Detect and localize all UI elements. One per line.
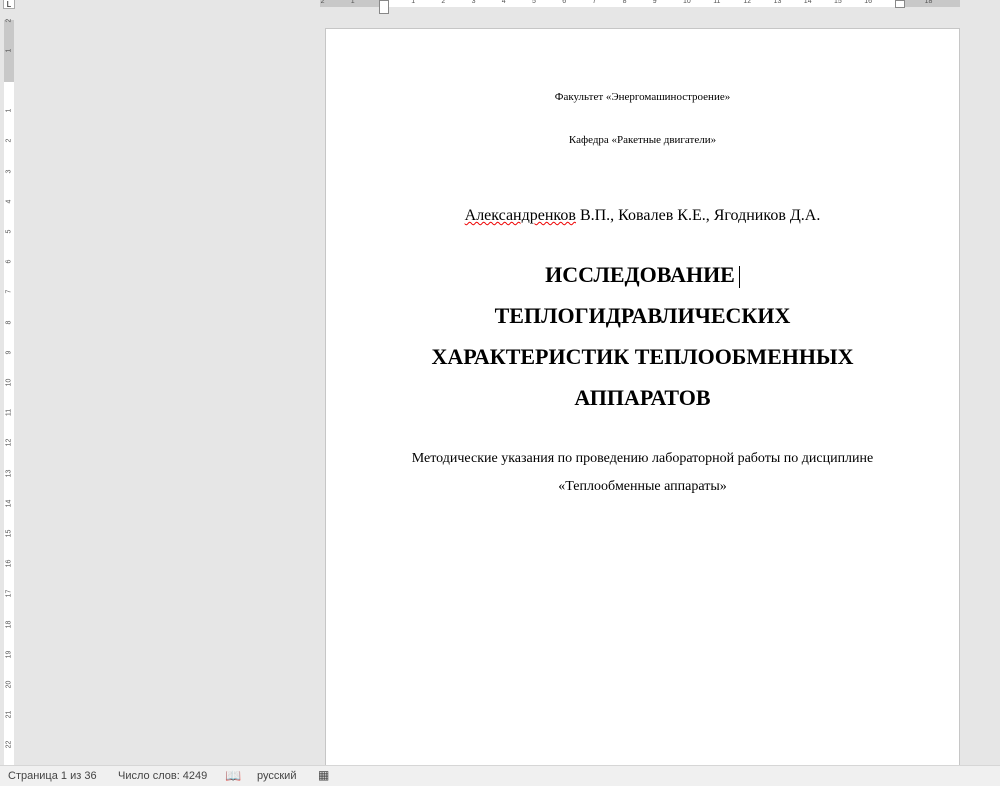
ruler-label: 5 [5,229,13,234]
macro-record-icon[interactable]: ▦ [318,768,329,782]
ruler-label: 13 [5,469,13,477]
ruler-label: 12 [5,439,13,447]
ruler-label: 15 [834,0,842,5]
ruler-label: 8 [622,0,627,5]
title-line-2: ТЕПЛОГИДРАВЛИЧЕСКИХ [494,303,791,328]
misspelled-word[interactable]: Александренков [465,207,576,224]
ruler-label: 20 [5,680,13,689]
ruler-label: 18 [924,0,933,5]
horizontal-ruler[interactable]: 2 1 1 2 3 4 5 6 7 8 9 10 11 12 13 14 15 16 18 [320,0,960,7]
ruler-label: 7 [5,289,13,294]
ruler-label: 10 [5,378,13,387]
ruler-label: 11 [713,0,721,5]
ruler-label: 2 [441,0,446,5]
right-indent-marker[interactable] [895,0,905,8]
ruler-label: 1 [5,48,13,53]
proofing-icon[interactable]: 📖 [225,768,241,784]
authors-text: Александренков В.П., Ковалев К.Е., Ягодн… [326,207,959,225]
ruler-label: 13 [773,0,782,5]
title-line-1: ИССЛЕДОВАНИЕ [326,262,959,288]
authors-rest: В.П., Ковалев К.Е., Ягодников Д.А. [575,207,821,224]
ruler-label: 6 [562,0,567,5]
ruler-label: 2 [5,138,13,143]
text-cursor [738,265,740,288]
ruler-label: 1 [5,108,13,113]
ruler-label: 21 [5,710,13,719]
department-text: Кафедра «Ракетные двигатели» [568,134,717,146]
title-line-4: АППАРАТОВ [574,385,711,410]
ruler-label: 11 [5,409,13,417]
vertical-ruler[interactable]: 2 1 1 2 3 4 5 6 7 8 9 10 11 12 13 14 15 16 17 18 19 20 21 22 [4,18,14,765]
ruler-label: 5 [532,0,536,5]
ruler-label: 15 [5,529,13,538]
ruler-label: 7 [592,0,597,5]
ruler-label: 2 [320,0,325,5]
word-count[interactable]: Число слов: 4249 [118,770,207,782]
document-page[interactable]: Факультет «Энергомашиностроение» Кафедра… [325,28,960,770]
status-bar: Страница 1 из 36 Число слов: 4249 📖 русс… [0,765,1000,786]
ruler-label: 4 [5,199,13,204]
ruler-label: 4 [501,0,506,5]
ruler-label: 12 [743,0,752,5]
ruler-label: 3 [5,169,13,174]
ruler-label: 9 [5,350,13,355]
ruler-label: 9 [652,0,657,5]
ruler-label: 16 [864,0,872,5]
ruler-label: 8 [5,320,13,325]
ruler-label: 17 [5,590,13,598]
ruler-label: 14 [803,0,812,5]
ruler-label: 1 [350,0,355,5]
ruler-label: 3 [471,0,476,5]
faculty-text: Факультет «Энергомашиностроение» [554,91,731,103]
ruler-label: 18 [5,620,13,628]
page-count[interactable]: Страница 1 из 36 [8,770,97,782]
ruler-label: 2 [5,18,13,23]
ruler-label: 22 [5,741,13,749]
left-indent-marker[interactable] [379,0,389,14]
ruler-label: 10 [683,0,691,5]
ruler-label: 19 [5,650,13,659]
ruler-label: 6 [5,259,13,264]
subtitle-line-1: Методические указания по проведению лабо… [411,451,874,466]
ruler-label: 16 [5,559,13,568]
title-line-3: ХАРАКТЕРИСТИК ТЕПЛООБМЕННЫХ [431,344,854,369]
subtitle-line-2: «Теплообменные аппараты» [558,479,727,494]
tab-selector[interactable]: L [3,0,15,9]
language[interactable]: русский [257,770,296,782]
ruler-label: 1 [411,0,416,5]
ruler-label: 14 [5,499,13,508]
